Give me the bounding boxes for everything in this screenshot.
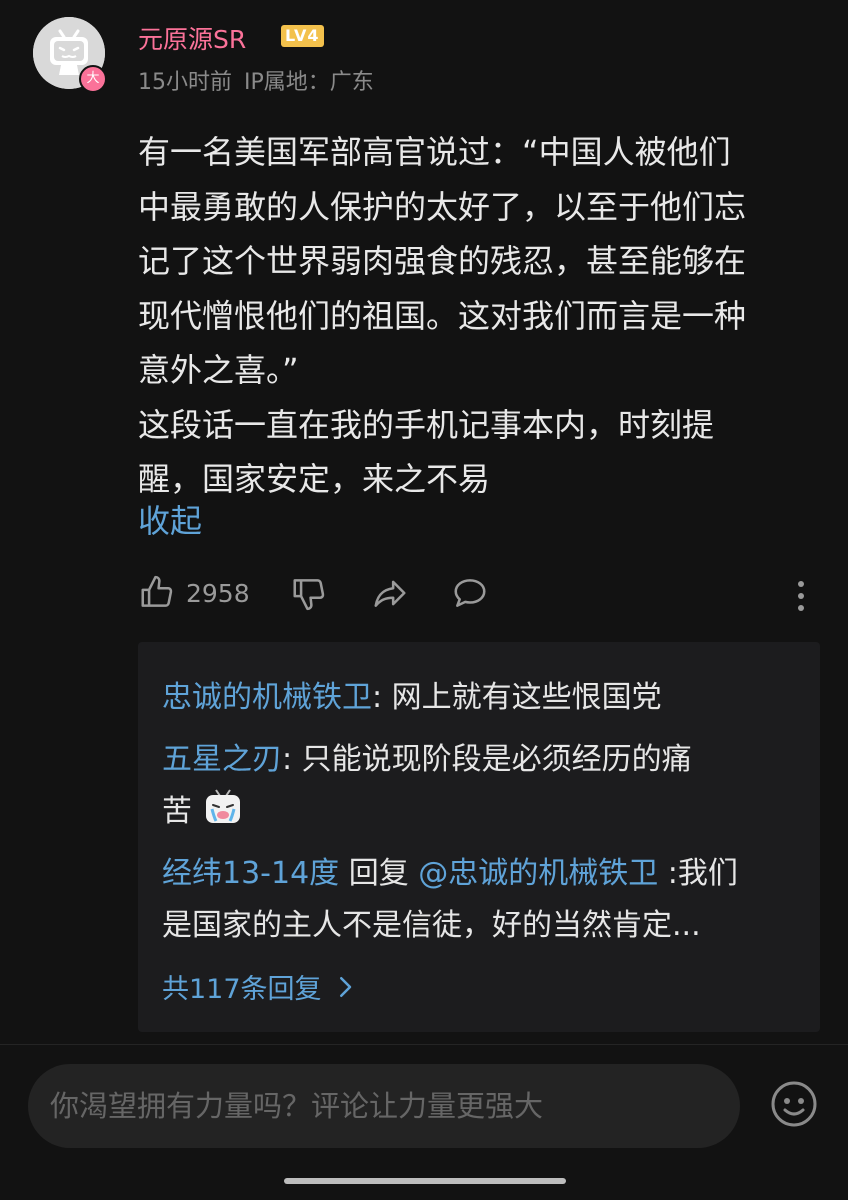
reply-item[interactable]: 五星之刃: 只能说现阶段是必须经历的痛苦 (162, 734, 782, 838)
username[interactable]: 元原源SR (138, 20, 246, 56)
comment-icon (454, 579, 486, 607)
replies-panel: 忠诚的机械铁卫: 网上就有这些恨国党 五星之刃: 只能说现阶段是必须经历的痛苦 … (138, 642, 820, 1032)
reply-separator: : (282, 742, 302, 777)
crying-tv-emoji-icon (202, 787, 244, 829)
comment-line: 醒，国家安定，来之不易 (138, 460, 491, 498)
reply-username[interactable]: 忠诚的机械铁卫 (162, 680, 372, 715)
comment-line: 中最勇敢的人保护的太好了，以至于他们忘 (138, 187, 747, 226)
reply-username[interactable]: 经纬13-14度 (162, 856, 339, 891)
comment-line: 意外之喜。” (138, 351, 299, 389)
vip-badge: 大 (79, 65, 107, 93)
home-indicator (284, 1178, 566, 1184)
more-vertical-icon (798, 581, 804, 611)
reply-text: 苦 (162, 794, 192, 829)
reply-word: 回复 (339, 856, 419, 891)
emoji-face-icon (771, 1081, 817, 1127)
reply-item[interactable]: 忠诚的机械铁卫: 网上就有这些恨国党 (162, 672, 782, 724)
comment-line: 有一名美国军部高官说过：“中国人被他们 (138, 133, 731, 171)
reply-text: 我们 (677, 856, 738, 891)
chevron-right-icon (339, 976, 351, 997)
level-badge: LV4 (281, 25, 324, 47)
view-all-replies-link[interactable]: 共117条回复 (162, 967, 360, 1006)
reply-button[interactable] (450, 574, 490, 612)
more-replies-label: 共117条回复 (162, 974, 322, 1005)
comment-input[interactable] (28, 1064, 740, 1148)
reply-username[interactable]: 五星之刃 (162, 742, 282, 777)
reply-mention[interactable]: @忠诚的机械铁卫 (418, 856, 658, 891)
reply-separator: : (658, 856, 678, 891)
comment-line: 这段话一直在我的手机记事本内，时刻提 (138, 405, 715, 444)
reply-separator: : (372, 680, 392, 715)
thumbs-down-icon (293, 579, 325, 611)
comment-line: 记了这个世界弱肉强食的残忍，甚至能够在 (138, 242, 747, 280)
collapse-link[interactable]: 收起 (138, 497, 202, 545)
dislike-button[interactable] (290, 574, 328, 612)
comment-body: 有一名美国军部高官说过：“中国人被他们 中最勇敢的人保护的太好了，以至于他们忘 记了… (138, 125, 810, 507)
emoji-button[interactable] (770, 1080, 818, 1128)
like-count: 2958 (186, 578, 250, 608)
divider (0, 1044, 848, 1045)
comment-time: 15小时前 (138, 70, 232, 95)
share-button[interactable] (370, 574, 410, 612)
like-button[interactable]: 2958 (138, 574, 250, 612)
comment-meta: 15小时前 IP属地：广东 (138, 64, 374, 96)
thumbs-up-icon (141, 575, 173, 607)
reply-text: 只能说现阶段是必须经历的痛 (301, 742, 692, 777)
reply-text: 是国家的主人不是信徒，好的当然肯定... (162, 908, 701, 943)
share-icon (374, 580, 406, 607)
reply-item[interactable]: 经纬13-14度 回复 @忠诚的机械铁卫 :我们是国家的主人不是信徒，好的当然肯… (162, 848, 782, 952)
more-options-button[interactable] (786, 576, 816, 616)
reply-text: 网上就有这些恨国党 (391, 680, 662, 715)
ip-location: IP属地：广东 (244, 70, 374, 95)
comment-line: 现代憎恨他们的祖国。这对我们而言是一种 (138, 296, 747, 335)
